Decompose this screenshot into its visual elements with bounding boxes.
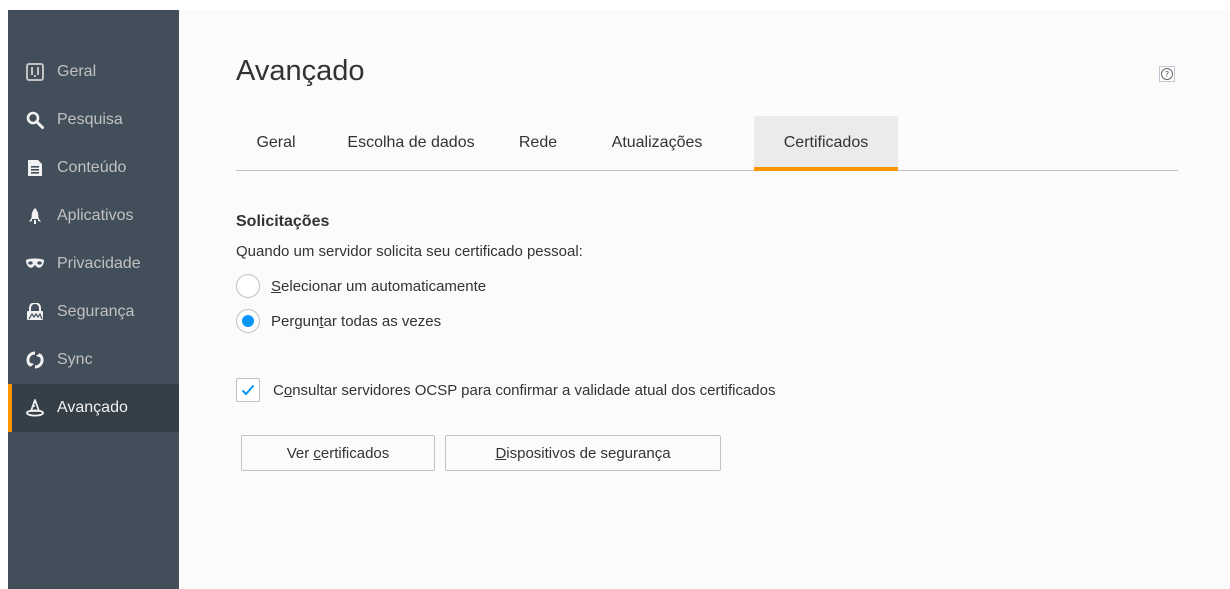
radio-label: Selecionar um automaticamente: [271, 277, 487, 295]
sidebar-item-label: Geral: [57, 63, 97, 80]
sidebar-item-label: Pesquisa: [57, 111, 123, 128]
radio-select-automatically[interactable]: Selecionar um automaticamente: [236, 273, 486, 299]
section-description: Quando um servidor solicita seu certific…: [236, 243, 583, 260]
tab-bar: Geral Escolha de dados Rede Atualizações…: [236, 116, 1178, 171]
radio-label: Perguntar todas as vezes: [271, 312, 442, 330]
sidebar-item-aplicativos[interactable]: Aplicativos: [8, 192, 179, 240]
advanced-wizard-hat-icon: [25, 398, 45, 418]
security-devices-button[interactable]: Dispositivos de segurança: [445, 435, 721, 471]
ocsp-checkbox[interactable]: [236, 378, 260, 402]
sidebar: Geral Pesquisa Conteúdo Aplicativos Priv…: [8, 10, 179, 589]
sidebar-item-label: Conteúdo: [57, 159, 127, 176]
section-title-solicitacoes: Solicitações: [236, 213, 330, 230]
tab-atualizacoes[interactable]: Atualizações: [592, 116, 722, 170]
tab-rede[interactable]: Rede: [508, 116, 568, 170]
page-title: Avançado: [236, 55, 365, 87]
tab-label: Geral: [256, 134, 296, 151]
sidebar-nav: Geral Pesquisa Conteúdo Aplicativos Priv…: [8, 48, 179, 432]
content-icon: [25, 158, 45, 178]
sidebar-item-seguranca[interactable]: Segurança: [8, 288, 179, 336]
sidebar-item-pesquisa[interactable]: Pesquisa: [8, 96, 179, 144]
button-label: Dispositivos de segurança: [495, 444, 671, 462]
sidebar-item-label: Avançado: [57, 399, 128, 416]
sidebar-item-privacidade[interactable]: Privacidade: [8, 240, 179, 288]
ocsp-checkbox-label: Consultar servidores OCSP para confirmar…: [273, 381, 776, 399]
ocsp-checkbox-row[interactable]: Consultar servidores OCSP para confirmar…: [236, 377, 775, 403]
radio-button[interactable]: [236, 274, 260, 298]
tab-label: Escolha de dados: [347, 134, 475, 151]
view-certificates-button[interactable]: Ver certificados: [241, 435, 435, 471]
sidebar-item-sync[interactable]: Sync: [8, 336, 179, 384]
privacy-mask-icon: [25, 254, 45, 274]
security-lock-icon: [25, 302, 45, 322]
sidebar-item-label: Privacidade: [57, 255, 141, 272]
sidebar-item-conteudo[interactable]: Conteúdo: [8, 144, 179, 192]
general-icon: [25, 62, 45, 82]
tab-geral[interactable]: Geral: [236, 116, 316, 170]
svg-text:?: ?: [1165, 70, 1169, 79]
tab-certificados[interactable]: Certificados: [754, 116, 898, 171]
main-pane: Avançado ? Geral Escolha de dados Rede A…: [179, 10, 1230, 589]
radio-ask-every-time[interactable]: Perguntar todas as vezes: [236, 308, 441, 334]
sidebar-item-label: Sync: [57, 351, 93, 368]
checkmark-icon: [241, 384, 255, 396]
radio-button-checked[interactable]: [236, 309, 260, 333]
tab-escolha-de-dados[interactable]: Escolha de dados: [330, 116, 492, 170]
sidebar-item-avancado[interactable]: Avançado: [8, 384, 179, 432]
sync-icon: [25, 350, 45, 370]
tab-label: Atualizações: [611, 134, 703, 151]
applications-rocket-icon: [25, 206, 45, 226]
sidebar-item-label: Segurança: [57, 303, 135, 320]
preferences-window: Geral Pesquisa Conteúdo Aplicativos Priv…: [8, 10, 1230, 589]
search-icon: [25, 110, 45, 130]
sidebar-item-geral[interactable]: Geral: [8, 48, 179, 96]
button-label: Ver certificados: [286, 444, 390, 462]
sidebar-item-label: Aplicativos: [57, 207, 134, 224]
tab-label: Certificados: [783, 134, 869, 151]
tab-label: Rede: [518, 134, 558, 151]
help-question-icon[interactable]: ?: [1159, 66, 1175, 82]
